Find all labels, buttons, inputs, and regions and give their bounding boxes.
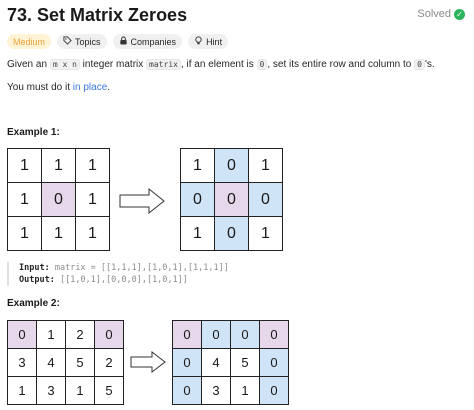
- page-title: 73. Set Matrix Zeroes: [7, 5, 188, 25]
- example-1-input-matrix: 111101111: [7, 148, 110, 251]
- example-2-title: Example 2:: [7, 298, 60, 309]
- inline-code: 0: [256, 59, 268, 70]
- matrix-cell: 0: [260, 377, 289, 405]
- matrix-cell: 0: [8, 321, 37, 349]
- matrix-cell: 0: [173, 349, 202, 377]
- inline-code: m x n: [49, 59, 80, 70]
- matrix-cell: 0: [173, 321, 202, 349]
- desc-text: Given an: [7, 59, 50, 70]
- matrix-cell: 0: [95, 321, 124, 349]
- inline-code: matrix: [146, 59, 181, 70]
- matrix-cell: 5: [66, 349, 95, 377]
- matrix-cell: 0: [249, 183, 283, 217]
- matrix-cell: 1: [8, 183, 42, 217]
- lightbulb-icon: [194, 36, 203, 47]
- tag-bar: Medium Topics Companies Hint: [7, 34, 229, 49]
- tag-icon: [63, 36, 72, 47]
- matrix-cell: 0: [215, 149, 249, 183]
- matrix-cell: 1: [8, 377, 37, 405]
- matrix-cell: 1: [181, 217, 215, 251]
- matrix-cell: 0: [260, 349, 289, 377]
- matrix-cell: 3: [37, 377, 66, 405]
- lock-icon: [119, 36, 128, 47]
- companies-label: Companies: [130, 36, 177, 47]
- matrix-cell: 1: [66, 377, 95, 405]
- matrix-cell: 1: [8, 217, 42, 251]
- companies-button[interactable]: Companies: [112, 34, 183, 49]
- example-2-output-matrix: 000004500310: [172, 320, 289, 405]
- desc-text: , set its entire row and column to: [267, 59, 415, 70]
- inline-code: 0: [414, 59, 425, 70]
- desc-text: , if an element is: [180, 59, 257, 70]
- matrix-cell: 1: [231, 377, 260, 405]
- matrix-cell: 1: [249, 149, 283, 183]
- arrow-right-icon: [119, 188, 165, 214]
- matrix-cell: 1: [42, 217, 76, 251]
- desc-text: integer matrix: [79, 59, 147, 70]
- example-1-title: Example 1:: [7, 127, 60, 138]
- input-label: Input:: [19, 263, 50, 273]
- example-2-input-matrix: 012034521315: [7, 320, 124, 405]
- matrix-cell: 0: [202, 321, 231, 349]
- matrix-cell: 0: [42, 183, 76, 217]
- matrix-cell: 1: [37, 321, 66, 349]
- matrix-cell: 0: [181, 183, 215, 217]
- example-1-output-matrix: 101000101: [180, 148, 283, 251]
- output-label: Output:: [19, 275, 55, 285]
- hint-label: Hint: [206, 36, 223, 47]
- matrix-cell: 0: [260, 321, 289, 349]
- matrix-cell: 0: [231, 321, 260, 349]
- input-value: matrix = [[1,1,1],[1,0,1],[1,1,1]]: [54, 263, 229, 273]
- constraint-paragraph: You must do it in place.: [7, 82, 110, 93]
- matrix-cell: 0: [215, 217, 249, 251]
- output-value: [[1,0,1],[0,0,0],[1,0,1]]: [59, 275, 188, 285]
- hint-button[interactable]: Hint: [188, 34, 229, 49]
- check-circle-icon: ✓: [454, 8, 465, 20]
- matrix-cell: 5: [231, 349, 260, 377]
- solved-label: Solved: [417, 8, 451, 20]
- matrix-cell: 3: [8, 349, 37, 377]
- matrix-cell: 1: [76, 149, 110, 183]
- matrix-cell: 2: [95, 349, 124, 377]
- matrix-cell: 1: [76, 183, 110, 217]
- matrix-cell: 1: [8, 149, 42, 183]
- output-line: Output: [[1,0,1],[0,0,0],[1,0,1]]: [19, 274, 229, 286]
- matrix-cell: 4: [37, 349, 66, 377]
- solved-status: Solved ✓: [417, 8, 465, 20]
- matrix-cell: 1: [181, 149, 215, 183]
- matrix-cell: 4: [202, 349, 231, 377]
- matrix-cell: 3: [202, 377, 231, 405]
- matrix-cell: 5: [95, 377, 124, 405]
- in-place-link[interactable]: in place: [73, 82, 107, 93]
- difficulty-label: Medium: [13, 36, 46, 47]
- matrix-cell: 1: [249, 217, 283, 251]
- topics-button[interactable]: Topics: [57, 34, 107, 49]
- arrow-right-icon: [130, 351, 166, 373]
- description-paragraph: Given an m x n integer matrix matrix, if…: [7, 59, 435, 70]
- desc-text: .: [107, 82, 111, 93]
- matrix-cell: 0: [173, 377, 202, 405]
- matrix-cell: 1: [76, 217, 110, 251]
- desc-text: 's.: [424, 59, 435, 70]
- input-line: Input: matrix = [[1,1,1],[1,0,1],[1,1,1]…: [19, 262, 229, 274]
- matrix-cell: 1: [42, 149, 76, 183]
- desc-text: You must do it: [7, 82, 73, 93]
- topics-label: Topics: [75, 36, 101, 47]
- matrix-cell: 2: [66, 321, 95, 349]
- difficulty-badge[interactable]: Medium: [7, 34, 52, 49]
- matrix-cell: 0: [215, 183, 249, 217]
- example-1-code: Input: matrix = [[1,1,1],[1,0,1],[1,1,1]…: [7, 262, 229, 286]
